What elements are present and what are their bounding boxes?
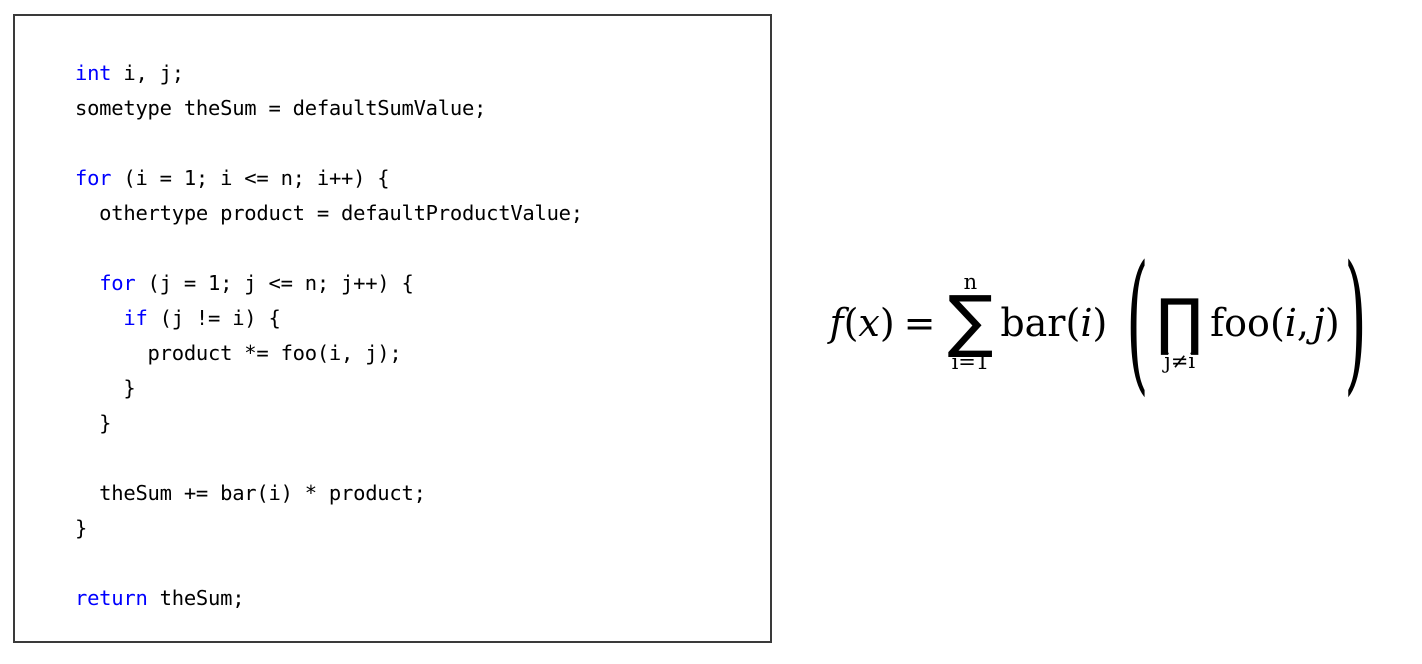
code-line: product *= foo(i, j); — [75, 341, 402, 365]
code-keyword: if — [123, 306, 148, 330]
code-keyword: int — [75, 61, 112, 85]
code-listing: int i, j; sometype theSum = defaultSumVal… — [75, 56, 583, 616]
product-operator: ∏ j≠i — [1156, 273, 1203, 371]
code-line: for (j = 1; j <= n; j++) { — [75, 266, 583, 301]
formula-foo-argument-1: i — [1284, 300, 1297, 345]
formula-foo-open-paren: ( — [1269, 300, 1285, 345]
sigma-icon: ∑ — [947, 282, 994, 362]
formula-foo-close-paren: ) — [1324, 300, 1340, 345]
code-line: theSum += bar(i) * product; — [75, 481, 426, 505]
pi-product-icon: ∏ — [1156, 285, 1204, 359]
code-line: if (j != i) { — [75, 301, 583, 336]
code-line: } — [75, 411, 112, 435]
code-keyword: return — [75, 586, 148, 610]
code-line: for (i = 1; i <= n; i++) { — [75, 161, 583, 196]
formula-variable-x: x — [858, 300, 880, 345]
formula-lhs-open-paren: ( — [843, 300, 859, 345]
code-line: } — [75, 516, 88, 540]
formula-panel: f ( x ) = n ∑ i=1 bar ( i ) ( ∏ j≠i foo … — [790, 14, 1410, 643]
code-line: sometype theSum = defaultSumValue; — [75, 96, 487, 120]
math-formula: f ( x ) = n ∑ i=1 bar ( i ) ( ∏ j≠i foo … — [829, 246, 1370, 398]
code-text: (i = 1; i <= n; i++) { — [111, 166, 390, 190]
code-keyword: for — [99, 271, 136, 295]
code-text: (j != i) { — [147, 306, 281, 330]
code-listing-panel: int i, j; sometype theSum = defaultSumVal… — [13, 14, 772, 643]
summation-operator: n ∑ i=1 — [948, 272, 994, 373]
formula-equals-sign: = — [903, 300, 936, 345]
code-text: i, j; — [111, 61, 184, 85]
formula-bar-argument: i — [1080, 300, 1093, 345]
code-line: int i, j; — [75, 56, 583, 91]
formula-bar-close-paren: ) — [1092, 300, 1108, 345]
formula-lhs-close-paren: ) — [879, 300, 895, 345]
code-line: return theSum; — [75, 581, 583, 616]
big-open-paren: ( — [1126, 234, 1149, 411]
product-lower-limit: j≠i — [1164, 348, 1196, 373]
formula-bar-open-paren: ( — [1065, 300, 1081, 345]
formula-function-f: f — [829, 300, 844, 345]
formula-foo-name: foo — [1210, 300, 1270, 345]
formula-foo-argument-2: j — [1313, 300, 1325, 345]
summation-lower-limit: i=1 — [951, 349, 990, 374]
code-line: } — [75, 376, 136, 400]
code-keyword: for — [75, 166, 112, 190]
code-line: othertype product = defaultProductValue; — [75, 201, 583, 225]
code-text: (j = 1; j <= n; j++) { — [135, 271, 414, 295]
formula-foo-comma: , — [1296, 300, 1310, 345]
code-text: theSum; — [147, 586, 245, 610]
formula-bar-name: bar — [1000, 300, 1066, 345]
big-close-paren: ) — [1343, 234, 1367, 411]
